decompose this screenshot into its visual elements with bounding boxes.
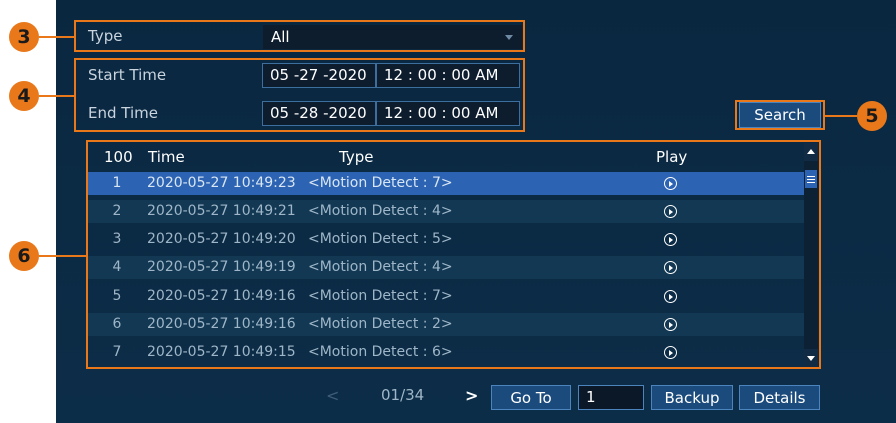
scroll-thumb[interactable] bbox=[805, 170, 817, 188]
row-index: 1 bbox=[112, 175, 122, 191]
table-row[interactable]: 2 2020-05-27 10:49:21 <Motion Detect : 4… bbox=[88, 200, 804, 223]
caret-down-icon bbox=[807, 356, 815, 361]
page-number-input[interactable]: 1 bbox=[578, 385, 644, 410]
play-icon[interactable] bbox=[664, 205, 677, 218]
time-column-header[interactable]: Time bbox=[148, 148, 185, 166]
start-time-label: Start Time bbox=[88, 66, 167, 84]
play-column-header: Play bbox=[656, 148, 688, 166]
play-icon[interactable] bbox=[664, 346, 677, 359]
table-row[interactable]: 4 2020-05-27 10:49:19 <Motion Detect : 4… bbox=[88, 256, 804, 279]
type-label: Type bbox=[88, 27, 123, 45]
end-time-field[interactable]: 12 : 00 : 00 AM bbox=[376, 101, 520, 126]
table-row[interactable]: 7 2020-05-27 10:49:15 <Motion Detect : 6… bbox=[88, 341, 804, 364]
row-index: 5 bbox=[112, 288, 122, 304]
row-index: 3 bbox=[112, 231, 122, 247]
caret-up-icon bbox=[807, 149, 815, 154]
page-indicator: 01/34 bbox=[381, 386, 425, 404]
row-type: <Motion Detect : 7> bbox=[308, 288, 453, 304]
play-icon[interactable] bbox=[664, 177, 677, 190]
row-time: 2020-05-27 10:49:16 bbox=[147, 316, 296, 332]
row-index: 2 bbox=[112, 203, 122, 219]
scroll-up-button[interactable] bbox=[804, 143, 818, 161]
table-row[interactable]: 3 2020-05-27 10:49:20 <Motion Detect : 5… bbox=[88, 228, 804, 251]
callout-line-6 bbox=[39, 255, 86, 257]
callout-badge-5: 5 bbox=[857, 101, 887, 131]
chevron-down-icon bbox=[505, 35, 513, 40]
callout-line-5 bbox=[825, 115, 857, 117]
table-row[interactable]: 5 2020-05-27 10:49:16 <Motion Detect : 7… bbox=[88, 285, 804, 308]
callout-line-4 bbox=[39, 95, 74, 97]
type-select[interactable]: All bbox=[263, 25, 522, 49]
callout-badge-3: 3 bbox=[9, 22, 39, 52]
play-icon[interactable] bbox=[664, 318, 677, 331]
search-button[interactable]: Search bbox=[739, 102, 821, 128]
row-time: 2020-05-27 10:49:16 bbox=[147, 288, 296, 304]
row-type: <Motion Detect : 6> bbox=[308, 344, 453, 360]
start-date-field[interactable]: 05 -27 -2020 bbox=[262, 63, 376, 88]
callout-badge-4: 4 bbox=[9, 81, 39, 111]
play-icon[interactable] bbox=[664, 261, 677, 274]
row-time: 2020-05-27 10:49:20 bbox=[147, 231, 296, 247]
next-page-button[interactable]: > bbox=[465, 386, 478, 405]
row-type: <Motion Detect : 5> bbox=[308, 231, 453, 247]
callout-line-3 bbox=[39, 36, 74, 38]
backup-button[interactable]: Backup bbox=[651, 385, 733, 410]
callout-badge-6: 6 bbox=[9, 241, 39, 271]
row-type: <Motion Detect : 4> bbox=[308, 259, 453, 275]
row-type: <Motion Detect : 4> bbox=[308, 203, 453, 219]
row-time: 2020-05-27 10:49:21 bbox=[147, 203, 296, 219]
end-date-field[interactable]: 05 -28 -2020 bbox=[262, 101, 376, 126]
row-type: <Motion Detect : 2> bbox=[308, 316, 453, 332]
details-button[interactable]: Details bbox=[739, 385, 820, 410]
type-select-value: All bbox=[271, 28, 290, 46]
row-index: 7 bbox=[112, 344, 122, 360]
row-time: 2020-05-27 10:49:19 bbox=[147, 259, 296, 275]
play-icon[interactable] bbox=[664, 233, 677, 246]
row-time: 2020-05-27 10:49:23 bbox=[147, 175, 296, 191]
table-row[interactable]: 1 2020-05-27 10:49:23 <Motion Detect : 7… bbox=[88, 172, 804, 195]
go-to-button[interactable]: Go To bbox=[491, 385, 571, 410]
row-type: <Motion Detect : 7> bbox=[308, 175, 453, 191]
results-scrollbar[interactable] bbox=[804, 143, 818, 367]
previous-page-button[interactable]: < bbox=[326, 386, 339, 405]
row-index: 6 bbox=[112, 316, 122, 332]
play-icon[interactable] bbox=[664, 290, 677, 303]
scroll-down-button[interactable] bbox=[804, 349, 818, 367]
row-index: 4 bbox=[112, 259, 122, 275]
result-count-header: 100 bbox=[104, 148, 133, 166]
start-time-field[interactable]: 12 : 00 : 00 AM bbox=[376, 63, 520, 88]
type-column-header[interactable]: Type bbox=[339, 148, 373, 166]
end-time-label: End Time bbox=[88, 104, 158, 122]
row-time: 2020-05-27 10:49:15 bbox=[147, 344, 296, 360]
table-row[interactable]: 6 2020-05-27 10:49:16 <Motion Detect : 2… bbox=[88, 313, 804, 336]
